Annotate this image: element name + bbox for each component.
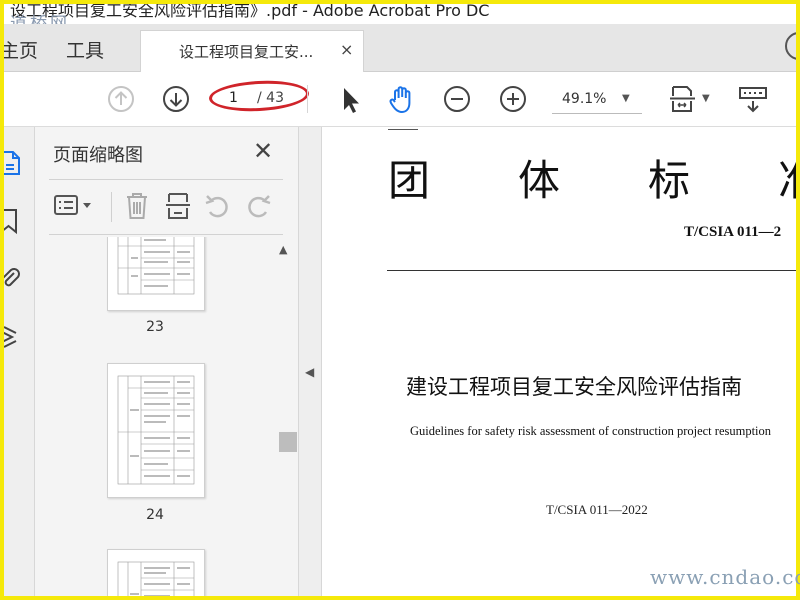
thumbnail-list: 23 24 [35, 237, 275, 596]
thumbnails-panel: 页面缩略图 ✕ 23 24 ▲ [35, 127, 299, 596]
layers-icon[interactable] [4, 323, 22, 351]
window-title: 设工程项目复工安全风险评估指南》.pdf - Adobe Acrobat Pro… [10, 4, 490, 20]
document-header: 团体标准 [388, 156, 796, 205]
tab-close-button[interactable]: × [340, 40, 353, 59]
thumbnail-scrollbar[interactable]: ▲ [275, 237, 298, 596]
left-rail [4, 127, 35, 596]
previous-page-icon[interactable] [105, 83, 137, 115]
zoom-in-icon[interactable] [497, 83, 529, 115]
collapse-arrow-icon[interactable]: ◀ [305, 365, 314, 379]
toolbar-divider [307, 85, 308, 113]
bookmark-icon[interactable] [4, 207, 22, 235]
thumbnail-page-25[interactable] [107, 549, 205, 596]
page-thumbnails-icon[interactable] [4, 149, 22, 177]
document-title: 建设工程项目复工安全风险评估指南 [406, 375, 742, 399]
fit-page-dropdown-icon[interactable]: ▼ [702, 93, 710, 104]
highlight-circle [208, 78, 310, 114]
thumbnail-content [117, 375, 195, 485]
document-code-top: T/CSIA 011—2 [684, 224, 782, 240]
acrobat-window: 设工程项目复工安全风险评估指南》.pdf - Adobe Acrobat Pro… [4, 4, 796, 596]
tab-document-label: 设工程项目复工安... [179, 43, 314, 61]
panel-close-button[interactable]: ✕ [253, 137, 273, 165]
panel-divider [111, 192, 112, 222]
hand-tool-icon[interactable] [386, 83, 418, 115]
thumbnail-page-24[interactable] [107, 363, 205, 498]
delete-page-icon[interactable] [124, 191, 150, 221]
panel-collapse-strip[interactable]: ◀ [299, 127, 322, 596]
attachment-icon[interactable] [4, 265, 22, 293]
document-view[interactable]: 团体标准 T/CSIA 011—2 建设工程项目复工安全风险评估指南 Guide… [322, 127, 796, 596]
zoom-dropdown-icon[interactable]: ▼ [622, 93, 630, 104]
scroll-up-icon[interactable]: ▲ [279, 243, 287, 256]
document-code-bottom: T/CSIA 011—2022 [546, 502, 648, 517]
thumbnail-number: 24 [146, 507, 164, 523]
watermark-top: 道桥网 [10, 14, 70, 24]
document-page: 团体标准 T/CSIA 011—2 建设工程项目复工安全风险评估指南 Guide… [322, 127, 796, 596]
help-icon[interactable] [785, 32, 796, 60]
panel-title: 页面缩略图 [53, 145, 143, 166]
header-rule [387, 270, 796, 271]
document-subtitle: Guidelines for safety risk assessment of… [410, 424, 772, 438]
thumbnail-page-23[interactable] [107, 237, 205, 311]
insert-page-icon[interactable] [164, 191, 192, 221]
tab-document[interactable]: 设工程项目复工安... × [140, 30, 364, 73]
panel-toolbar [49, 179, 283, 235]
thumbnail-number: 23 [146, 319, 164, 335]
header-fragment [388, 127, 418, 130]
fit-page-icon[interactable] [667, 83, 699, 115]
zoom-out-icon[interactable] [441, 83, 473, 115]
rotate-right-icon[interactable] [244, 192, 272, 220]
thumbnail-content [117, 561, 195, 596]
title-bar: 设工程项目复工安全风险评估指南》.pdf - Adobe Acrobat Pro… [4, 4, 796, 24]
page-navigator[interactable]: 1 / 43 [208, 78, 310, 114]
zoom-level[interactable]: 49.1% [562, 91, 606, 107]
scrollbar-thumb[interactable] [279, 432, 297, 452]
tab-home[interactable]: 主页 [4, 36, 38, 63]
next-page-icon[interactable] [160, 83, 192, 115]
keyboard-icon[interactable] [737, 83, 769, 115]
rotate-left-icon[interactable] [204, 192, 232, 220]
zoom-underline [552, 113, 642, 114]
tab-bar: 主页 工具 设工程项目复工安... × [4, 24, 796, 73]
thumbnail-content [117, 237, 195, 295]
watermark-bottom: www.cndao.com [650, 565, 800, 589]
toolbar: 1 / 43 49.1% ▼ ▼ [4, 72, 796, 127]
select-cursor-icon[interactable] [334, 83, 366, 115]
options-menu-icon[interactable] [53, 193, 97, 219]
tab-tools[interactable]: 工具 [66, 36, 104, 63]
